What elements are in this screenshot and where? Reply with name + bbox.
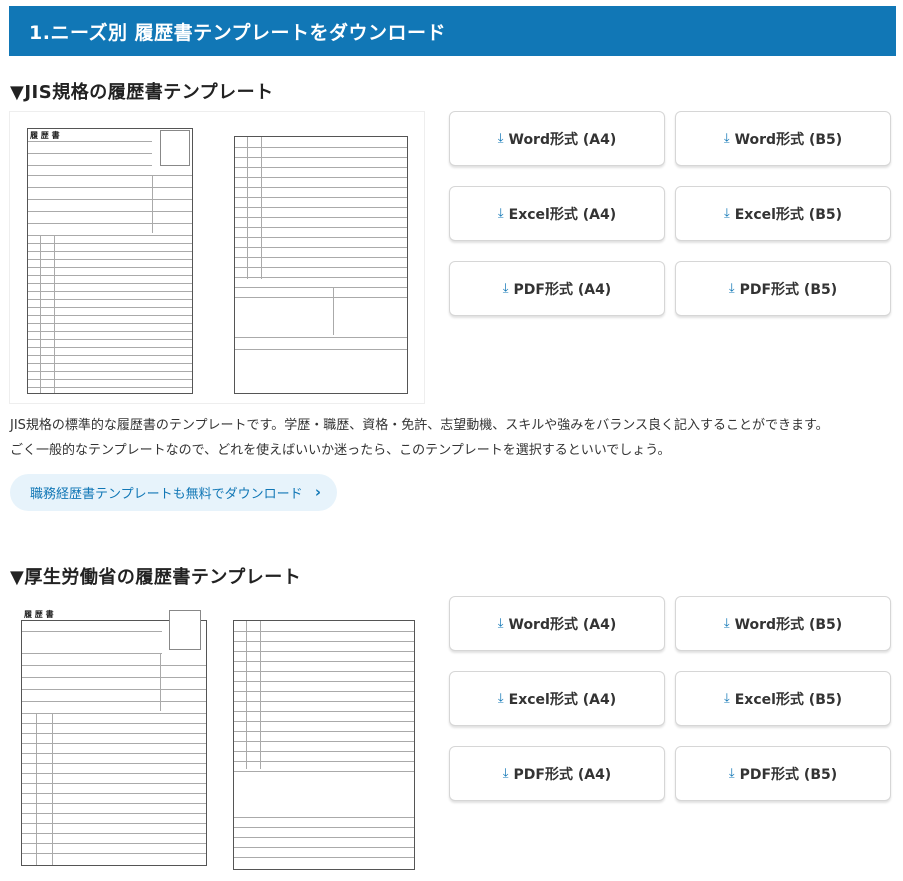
download-icon: ⤓ xyxy=(723,616,730,631)
download-icon: ⤓ xyxy=(497,131,504,146)
mhlw-template-preview: 履 歴 書 xyxy=(9,596,425,881)
section-header-title: 1.ニーズ別 履歴書テンプレートをダウンロード xyxy=(29,21,447,44)
download-icon: ⤓ xyxy=(723,131,730,146)
download-icon: ⤓ xyxy=(502,766,509,781)
jis-word-a4-button[interactable]: ⤓ Word形式 (A4) xyxy=(449,111,665,166)
mhlw-preview-page-1: 履 歴 書 xyxy=(21,610,207,866)
download-icon: ⤓ xyxy=(502,281,509,296)
download-icon: ⤓ xyxy=(728,281,735,296)
chevron-right-icon: › xyxy=(314,483,321,501)
cv-template-link[interactable]: 職務経歴書テンプレートも無料でダウンロード › xyxy=(10,474,337,511)
jis-template-preview: 履 歴 書 xyxy=(9,111,425,404)
jis-description: JIS規格の標準的な履歴書のテンプレートです。学歴・職歴、資格・免許、志望動機、… xyxy=(10,418,829,458)
photo-placeholder xyxy=(160,130,190,166)
jis-section-title: ▼JIS規格の履歴書テンプレート xyxy=(10,82,274,103)
mhlw-pdf-a4-button[interactable]: ⤓ PDF形式 (A4) xyxy=(449,746,665,801)
download-icon: ⤓ xyxy=(723,206,730,221)
mhlw-preview-page-2 xyxy=(233,620,415,870)
download-icon: ⤓ xyxy=(497,206,504,221)
jis-preview-page-1: 履 歴 書 xyxy=(27,128,193,394)
jis-pdf-a4-button[interactable]: ⤓ PDF形式 (A4) xyxy=(449,261,665,316)
mhlw-word-b5-button[interactable]: ⤓ Word形式 (B5) xyxy=(675,596,891,651)
download-icon: ⤓ xyxy=(497,691,504,706)
mhlw-excel-a4-button[interactable]: ⤓ Excel形式 (A4) xyxy=(449,671,665,726)
mhlw-section-title: ▼厚生労働省の履歴書テンプレート xyxy=(10,567,302,588)
photo-placeholder xyxy=(169,610,201,650)
download-icon: ⤓ xyxy=(497,616,504,631)
jis-excel-b5-button[interactable]: ⤓ Excel形式 (B5) xyxy=(675,186,891,241)
jis-pdf-b5-button[interactable]: ⤓ PDF形式 (B5) xyxy=(675,261,891,316)
jis-word-b5-button[interactable]: ⤓ Word形式 (B5) xyxy=(675,111,891,166)
jis-excel-a4-button[interactable]: ⤓ Excel形式 (A4) xyxy=(449,186,665,241)
jis-preview-page-2 xyxy=(234,136,408,394)
mhlw-word-a4-button[interactable]: ⤓ Word形式 (A4) xyxy=(449,596,665,651)
download-icon: ⤓ xyxy=(728,766,735,781)
download-icon: ⤓ xyxy=(723,691,730,706)
mhlw-pdf-b5-button[interactable]: ⤓ PDF形式 (B5) xyxy=(675,746,891,801)
mhlw-excel-b5-button[interactable]: ⤓ Excel形式 (B5) xyxy=(675,671,891,726)
section-header: 1.ニーズ別 履歴書テンプレートをダウンロード xyxy=(9,6,896,56)
